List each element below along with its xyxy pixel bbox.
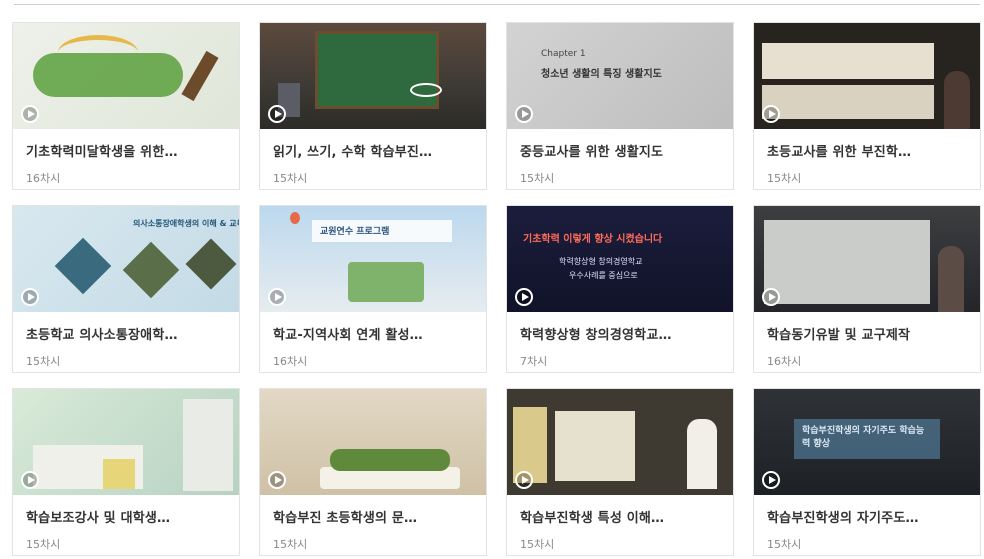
play-icon[interactable] xyxy=(21,288,39,306)
course-card[interactable]: 초등교사를 위한 부진학… 15차시 xyxy=(753,22,981,190)
course-session-count: 15차시 xyxy=(767,538,802,551)
play-icon[interactable] xyxy=(21,105,39,123)
slide-panel-bottom xyxy=(762,85,934,119)
course-card[interactable]: 기초학력 이렇게 향상 시켰습니다 학력향상형 창의경영학교 우수사례를 중심으… xyxy=(506,205,734,373)
photo-diamond xyxy=(122,241,180,299)
slide-panel xyxy=(555,411,635,481)
course-card[interactable]: 학습부진학생 특성 이해… 15차시 xyxy=(506,388,734,556)
play-icon[interactable] xyxy=(762,105,780,123)
course-thumbnail[interactable]: 학습부진학생의 자기주도 학습능력 향상 xyxy=(754,389,980,495)
course-title[interactable]: 중등교사를 위한 생활지도 xyxy=(520,141,721,160)
course-title[interactable]: 학습부진학생의 자기주도… xyxy=(767,507,968,526)
course-title[interactable]: 학습동기유발 및 교구제작 xyxy=(767,324,968,343)
course-title[interactable]: 학력향상형 창의경영학교… xyxy=(520,324,721,343)
course-thumbnail[interactable] xyxy=(260,23,486,129)
course-session-count: 7차시 xyxy=(520,355,548,368)
thumbnail-caption: 교원연수 프로그램 xyxy=(320,227,390,237)
course-card[interactable]: 읽기, 쓰기, 수학 학습부진… 15차시 xyxy=(259,22,487,190)
play-icon[interactable] xyxy=(762,288,780,306)
course-thumbnail[interactable] xyxy=(260,389,486,495)
course-session-count: 15차시 xyxy=(26,538,61,551)
course-thumbnail[interactable] xyxy=(13,23,239,129)
course-thumbnail[interactable] xyxy=(13,389,239,495)
slide-panel-top xyxy=(762,43,934,79)
course-session-count: 15차시 xyxy=(520,538,555,551)
course-title[interactable]: 학교-지역사회 연계 활성… xyxy=(273,324,474,343)
course-session-count: 15차시 xyxy=(26,355,61,368)
course-session-count: 15차시 xyxy=(273,538,308,551)
thumbnail-caption: 학습부진학생의 자기주도 학습능력 향상 xyxy=(802,426,925,449)
sign-board xyxy=(103,459,135,489)
photo-diamond xyxy=(185,238,237,290)
course-thumbnail[interactable] xyxy=(754,206,980,312)
chalkboard xyxy=(315,31,439,109)
course-thumbnail[interactable]: 교원연수 프로그램 xyxy=(260,206,486,312)
course-card[interactable]: 기초학력미달학생을 위한… 16차시 xyxy=(12,22,240,190)
top-divider xyxy=(14,4,980,5)
presenter xyxy=(687,419,717,489)
course-thumbnail[interactable]: Chapter 1 청소년 생활의 특징 생활지도 xyxy=(507,23,733,129)
slide-panel xyxy=(764,220,930,304)
course-grid: 기초학력미달학생을 위한… 16차시 읽기, 쓰기, 수학 학습부진… 15차시… xyxy=(12,22,981,556)
play-icon[interactable] xyxy=(268,105,286,123)
thumbnail-subtitle: 우수사례를 중심으로 xyxy=(569,271,638,280)
course-card[interactable]: 학습보조강사 및 대학생… 15차시 xyxy=(12,388,240,556)
course-session-count: 15차시 xyxy=(767,172,802,185)
course-session-count: 15차시 xyxy=(273,172,308,185)
course-title[interactable]: 초등학교 의사소통장애학… xyxy=(26,324,227,343)
course-card[interactable]: 학습부진학생의 자기주도 학습능력 향상 학습부진학생의 자기주도… 15차시 xyxy=(753,388,981,556)
course-session-count: 16차시 xyxy=(26,172,61,185)
thumbnail-title: 청소년 생활의 특징 생활지도 xyxy=(541,69,662,80)
course-title[interactable]: 기초학력미달학생을 위한… xyxy=(26,141,227,160)
thumbnail-subtitle: 학력향상형 창의경영학교 xyxy=(559,257,643,266)
play-icon[interactable] xyxy=(515,288,533,306)
thumbnail-headline: 기초학력 이렇게 향상 시켰습니다 xyxy=(523,234,663,245)
chalk-circle xyxy=(410,83,442,97)
play-icon[interactable] xyxy=(515,471,533,489)
course-card[interactable]: 학습동기유발 및 교구제작 16차시 xyxy=(753,205,981,373)
brush-handle xyxy=(181,50,219,102)
play-icon[interactable] xyxy=(21,471,39,489)
photo-diamond xyxy=(54,237,112,295)
course-session-count: 15차시 xyxy=(520,172,555,185)
play-icon[interactable] xyxy=(762,471,780,489)
balloon xyxy=(290,212,300,224)
course-card[interactable]: 학습부진 초등학생의 문… 15차시 xyxy=(259,388,487,556)
course-title[interactable]: 학습부진학생 특성 이해… xyxy=(520,507,721,526)
course-title[interactable]: 학습부진 초등학생의 문… xyxy=(273,507,474,526)
shelf xyxy=(183,399,233,491)
course-card[interactable]: Chapter 1 청소년 생활의 특징 생활지도 중등교사를 위한 생활지도 … xyxy=(506,22,734,190)
play-icon[interactable] xyxy=(515,105,533,123)
thumbnail-caption: 의사소통장애학생의 이해 & 교육 xyxy=(133,219,239,228)
course-session-count: 16차시 xyxy=(767,355,802,368)
course-title[interactable]: 학습보조강사 및 대학생… xyxy=(26,507,227,526)
course-session-count: 16차시 xyxy=(273,355,308,368)
thumbnail-chapter: Chapter 1 xyxy=(541,49,586,59)
presenter xyxy=(938,246,964,312)
course-thumbnail[interactable]: 기초학력 이렇게 향상 시켰습니다 학력향상형 창의경영학교 우수사례를 중심으… xyxy=(507,206,733,312)
grass-children xyxy=(330,449,450,471)
course-title[interactable]: 읽기, 쓰기, 수학 학습부진… xyxy=(273,141,474,160)
rainbow-arc xyxy=(58,35,138,70)
course-title[interactable]: 초등교사를 위한 부진학… xyxy=(767,141,968,160)
building xyxy=(348,262,424,302)
course-card[interactable]: 의사소통장애학생의 이해 & 교육 초등학교 의사소통장애학… 15차시 xyxy=(12,205,240,373)
course-thumbnail[interactable] xyxy=(754,23,980,129)
course-thumbnail[interactable]: 의사소통장애학생의 이해 & 교육 xyxy=(13,206,239,312)
course-thumbnail[interactable] xyxy=(507,389,733,495)
presenter xyxy=(944,71,970,129)
play-icon[interactable] xyxy=(268,288,286,306)
course-card[interactable]: 교원연수 프로그램 학교-지역사회 연계 활성… 16차시 xyxy=(259,205,487,373)
play-icon[interactable] xyxy=(268,471,286,489)
